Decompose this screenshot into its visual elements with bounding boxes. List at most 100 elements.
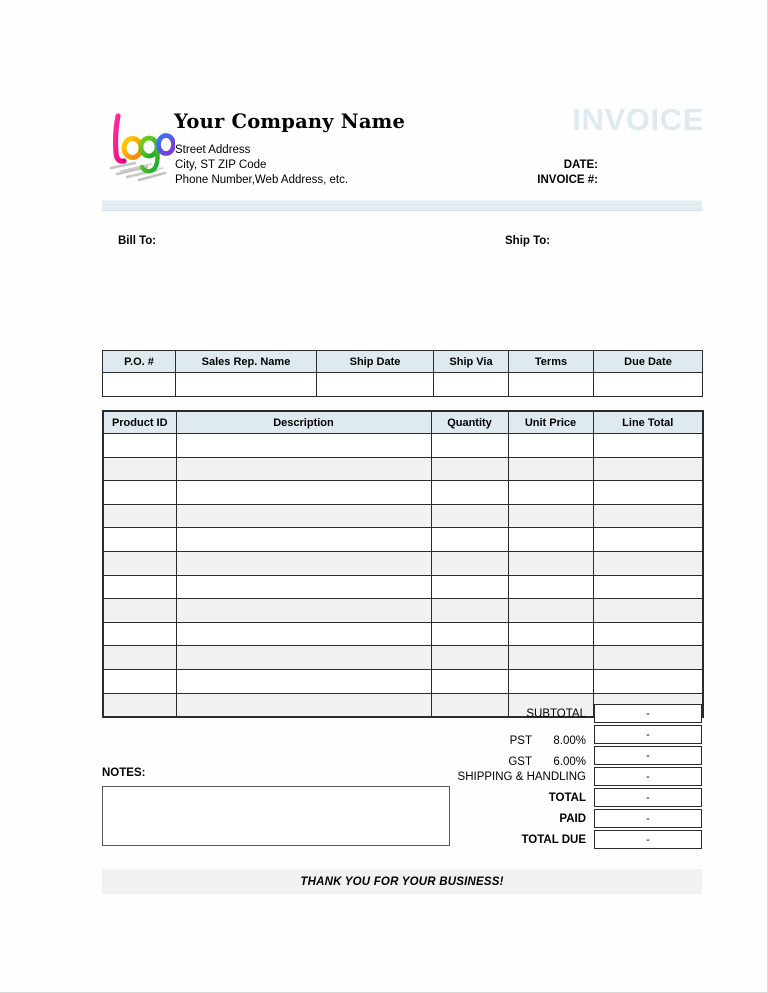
- line-item-cell[interactable]: [175, 456, 432, 482]
- line-item-cell[interactable]: [102, 480, 177, 505]
- line-item-row: [102, 527, 704, 552]
- line-item-cell[interactable]: [102, 598, 177, 623]
- line-item-cell[interactable]: [430, 574, 509, 600]
- company-address-line-2: City, ST ZIP Code: [175, 159, 267, 172]
- invoice-meta-labels: DATE: INVOICE #:: [502, 158, 598, 188]
- company-logo[interactable]: [105, 106, 175, 184]
- line-item-cell[interactable]: [507, 621, 594, 647]
- line-item-cell[interactable]: [102, 503, 177, 529]
- line-item-cell[interactable]: [430, 503, 509, 529]
- line-item-cell[interactable]: [102, 645, 177, 670]
- line-item-cell[interactable]: [102, 456, 177, 482]
- line-item-cell[interactable]: [507, 480, 594, 505]
- line-items-header-cell: Description: [175, 410, 432, 434]
- line-item-cell[interactable]: [507, 550, 594, 576]
- line-item-cell[interactable]: [175, 621, 432, 647]
- line-item-cell[interactable]: [102, 621, 177, 647]
- line-item-cell[interactable]: [175, 433, 432, 458]
- line-item-cell[interactable]: [102, 574, 177, 600]
- line-item-cell[interactable]: [175, 668, 432, 694]
- totals-row: SUBTOTAL -: [402, 703, 702, 724]
- line-items-header-cell: Unit Price: [507, 410, 594, 434]
- line-item-cell[interactable]: [592, 456, 704, 482]
- line-item-cell[interactable]: [592, 527, 704, 552]
- ship-to-label: Ship To:: [505, 235, 551, 247]
- line-item-cell[interactable]: [507, 456, 594, 482]
- line-item-cell[interactable]: [430, 621, 509, 647]
- totals-label: SHIPPING & HANDLING: [457, 770, 586, 783]
- totals-label: SUBTOTAL: [526, 707, 586, 720]
- totals-value[interactable]: -: [594, 788, 702, 807]
- line-item-cell[interactable]: [430, 456, 509, 482]
- notes-input[interactable]: [102, 786, 450, 846]
- line-item-cell[interactable]: [175, 692, 432, 718]
- line-item-cell[interactable]: [507, 527, 594, 552]
- line-item-cell[interactable]: [175, 480, 432, 505]
- order-info-cell[interactable]: [316, 372, 434, 397]
- line-item-cell[interactable]: [430, 668, 509, 694]
- line-item-cell[interactable]: [592, 574, 704, 600]
- line-item-cell[interactable]: [592, 668, 704, 694]
- totals-row: GST 6.00% -: [402, 745, 702, 768]
- bill-to-label: Bill To:: [118, 235, 157, 247]
- line-items-header-cell: Product ID: [102, 410, 177, 434]
- totals-value[interactable]: -: [594, 704, 702, 723]
- line-item-cell[interactable]: [430, 598, 509, 623]
- totals-value[interactable]: -: [594, 767, 702, 786]
- totals-label-text: PST: [509, 734, 532, 747]
- footer-banner: THANK YOU FOR YOUR BUSINESS!: [102, 869, 702, 894]
- line-item-cell[interactable]: [102, 433, 177, 458]
- line-item-cell[interactable]: [175, 574, 432, 600]
- line-item-cell[interactable]: [102, 527, 177, 552]
- line-item-cell[interactable]: [175, 598, 432, 623]
- order-info-cell[interactable]: [433, 372, 509, 397]
- line-item-cell[interactable]: [507, 645, 594, 670]
- line-item-cell[interactable]: [430, 527, 509, 552]
- line-item-row: [102, 574, 704, 600]
- order-info-header-cell: Terms: [508, 350, 594, 373]
- date-label: DATE:: [563, 159, 598, 171]
- totals-value[interactable]: -: [594, 746, 702, 765]
- line-item-cell[interactable]: [592, 550, 704, 576]
- line-item-cell[interactable]: [430, 550, 509, 576]
- order-info-table: P.O. # Sales Rep. Name Ship Date Ship Vi…: [102, 350, 703, 397]
- line-item-cell[interactable]: [102, 692, 177, 718]
- line-item-cell[interactable]: [430, 433, 509, 458]
- order-info-cell[interactable]: [175, 372, 317, 397]
- line-item-cell[interactable]: [592, 621, 704, 647]
- order-info-header-row: P.O. # Sales Rep. Name Ship Date Ship Vi…: [102, 350, 703, 373]
- company-address-line-3: Phone Number,Web Address, etc.: [175, 174, 349, 187]
- line-item-cell[interactable]: [592, 645, 704, 670]
- line-item-row: [102, 503, 704, 529]
- line-item-cell[interactable]: [507, 598, 594, 623]
- line-item-cell[interactable]: [430, 645, 509, 670]
- order-info-value-row: [102, 372, 703, 397]
- totals-value[interactable]: -: [594, 809, 702, 828]
- order-info-cell[interactable]: [102, 372, 176, 397]
- line-item-cell[interactable]: [592, 433, 704, 458]
- line-item-row: [102, 668, 704, 694]
- order-info-cell[interactable]: [508, 372, 594, 397]
- line-item-cell[interactable]: [592, 598, 704, 623]
- order-info-cell[interactable]: [593, 372, 703, 397]
- line-item-cell[interactable]: [175, 645, 432, 670]
- line-item-cell[interactable]: [592, 503, 704, 529]
- line-items-header-cell: Quantity: [430, 410, 509, 434]
- line-item-cell[interactable]: [430, 480, 509, 505]
- totals-value[interactable]: -: [594, 725, 702, 744]
- line-item-cell[interactable]: [102, 668, 177, 694]
- line-item-cell[interactable]: [102, 550, 177, 576]
- totals-value[interactable]: -: [594, 830, 702, 849]
- totals-row: PST 8.00% -: [402, 724, 702, 747]
- line-item-cell[interactable]: [175, 550, 432, 576]
- line-item-cell[interactable]: [507, 433, 594, 458]
- line-items-header-cell: Line Total: [592, 410, 704, 434]
- line-item-cell[interactable]: [507, 503, 594, 529]
- line-item-cell[interactable]: [592, 480, 704, 505]
- invoice-header: Your Company Name Street Address City, S…: [102, 100, 704, 198]
- line-item-cell[interactable]: [175, 527, 432, 552]
- line-item-cell[interactable]: [507, 668, 594, 694]
- line-item-cell[interactable]: [175, 503, 432, 529]
- line-item-cell[interactable]: [507, 574, 594, 600]
- line-item-row: [102, 621, 704, 647]
